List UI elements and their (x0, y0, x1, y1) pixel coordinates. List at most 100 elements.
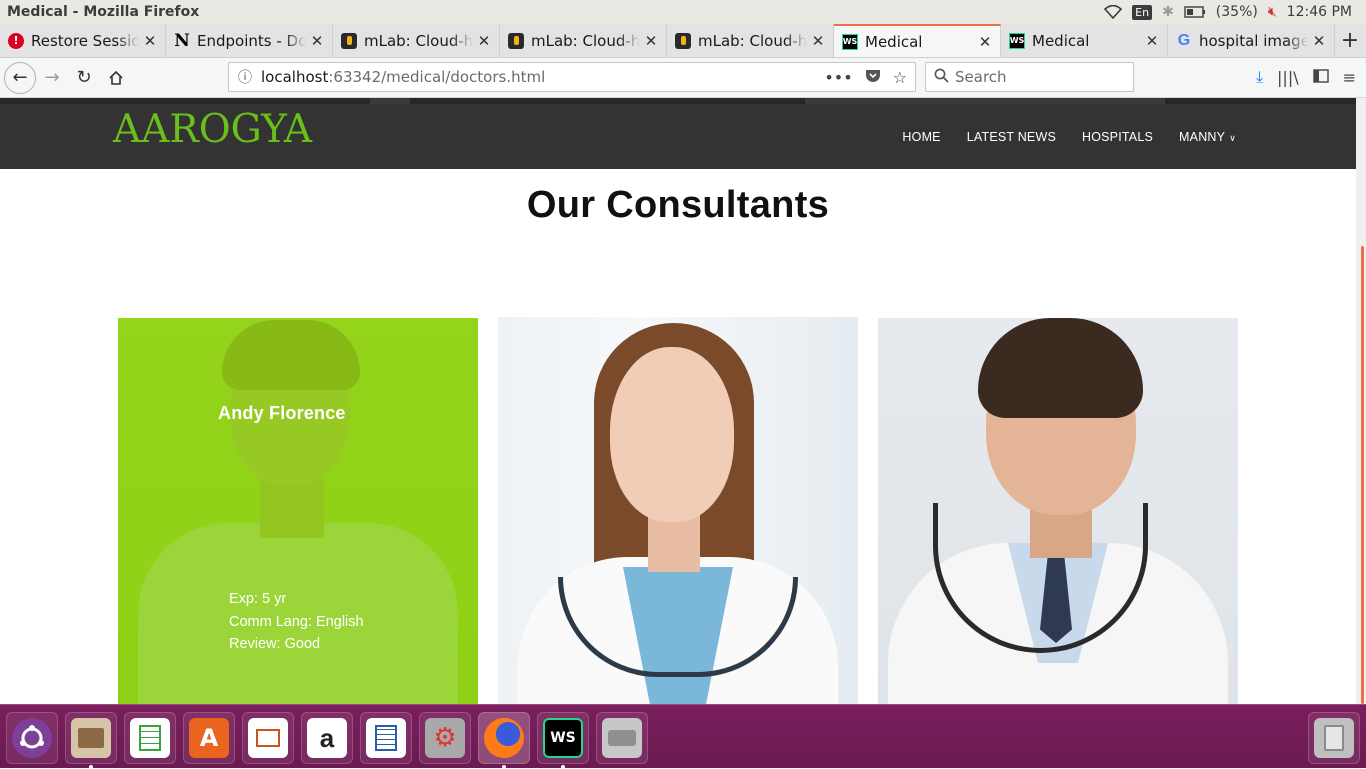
alert-icon: ! (8, 32, 24, 49)
close-icon[interactable]: ✕ (477, 32, 491, 50)
close-icon[interactable]: ✕ (811, 32, 825, 50)
doctor-photo (878, 318, 1238, 704)
trash-icon[interactable] (1308, 712, 1360, 764)
search-icon (934, 68, 949, 87)
firefox-icon[interactable] (478, 712, 530, 769)
forward-button[interactable]: → (36, 62, 68, 94)
tab-mlab-1[interactable]: mLab: Cloud-ho ✕ (333, 24, 500, 57)
reload-button[interactable]: ↻ (68, 62, 100, 94)
tab-strip: ! Restore Session ✕ N Endpoints - Doc ✕ … (0, 24, 1366, 58)
os-top-bar: Medical - Mozilla Firefox En ✱ (35%) 🔇︎ … (0, 0, 1366, 24)
battery-icon[interactable] (1184, 6, 1206, 18)
page-actions-icon[interactable]: ••• (824, 68, 852, 87)
scrollbar-thumb[interactable] (1361, 246, 1364, 704)
close-icon[interactable]: ✕ (1312, 32, 1326, 50)
nav-user-label: MANNY (1179, 129, 1226, 144)
sidebar-icon[interactable] (1312, 68, 1329, 87)
library-icon[interactable]: |||\ (1277, 68, 1299, 87)
writer-icon[interactable] (360, 712, 412, 764)
mlab-icon (341, 32, 357, 49)
software-center-icon[interactable]: A (183, 712, 235, 764)
info-icon[interactable]: ⓘ (229, 67, 261, 87)
tab-medical-active[interactable]: WS Medical ✕ (834, 24, 1001, 57)
search-bar[interactable] (925, 62, 1134, 92)
bluetooth-icon[interactable]: ✱ (1162, 4, 1174, 20)
settings-icon[interactable]: ⚙ (419, 712, 471, 764)
consultant-card[interactable]: Andy Florence Exp: 5 yr Comm Lang: Engli… (118, 318, 478, 704)
navigation-toolbar: ← → ↻ ⓘ localhost:63342/medical/doctors.… (0, 58, 1366, 98)
pocket-icon[interactable] (865, 68, 881, 87)
clock[interactable]: 12:46 PM (1287, 4, 1352, 20)
webstorm-icon: WS (1009, 32, 1025, 49)
tab-label: Endpoints - Doc (197, 31, 306, 50)
download-icon[interactable]: ⤓ (1256, 67, 1263, 87)
volume-muted-icon[interactable]: 🔇︎ (1268, 4, 1277, 20)
page-viewport: AAROGYA HOME LATEST NEWS HOSPITALS MANNY… (0, 98, 1356, 704)
tab-endpoints[interactable]: N Endpoints - Doc ✕ (166, 24, 333, 57)
amazon-icon[interactable]: a (301, 712, 353, 764)
menu-icon[interactable]: ≡ (1343, 68, 1356, 87)
back-arrow-icon: ← (12, 67, 28, 88)
battery-percent: (35%) (1215, 4, 1258, 20)
tab-restore-session[interactable]: ! Restore Session ✕ (0, 24, 166, 57)
close-icon[interactable]: ✕ (644, 32, 658, 50)
close-icon[interactable]: ✕ (143, 32, 157, 50)
tab-label: Medical (865, 32, 923, 51)
close-icon[interactable]: ✕ (978, 33, 992, 51)
tab-medical[interactable]: WS Medical ✕ (1001, 24, 1168, 57)
close-icon[interactable]: ✕ (310, 32, 324, 50)
reload-icon: ↻ (76, 67, 92, 88)
tab-hospital-image[interactable]: G hospital image ✕ (1168, 24, 1335, 57)
notion-icon: N (174, 30, 190, 51)
site-nav: HOME LATEST NEWS HOSPITALS MANNY ∨ (902, 104, 1236, 169)
wifi-icon[interactable] (1104, 5, 1123, 19)
doctor-photo (498, 317, 858, 704)
ubuntu-dock: A a ⚙ WS (0, 704, 1366, 769)
mlab-icon (675, 32, 691, 49)
tab-mlab-2[interactable]: mLab: Cloud-ho ✕ (500, 24, 667, 57)
webstorm-icon[interactable]: WS (537, 712, 589, 769)
mlab-icon (508, 32, 524, 49)
tab-label: mLab: Cloud-ho (364, 31, 473, 50)
doctor-experience: Exp: 5 yr (229, 591, 287, 607)
files-icon[interactable] (65, 712, 117, 769)
tab-label: mLab: Cloud-ho (698, 31, 807, 50)
nav-user-menu[interactable]: MANNY ∨ (1179, 130, 1236, 144)
bookmark-star-icon[interactable]: ☆ (893, 68, 907, 87)
presentation-icon[interactable] (242, 712, 294, 764)
section-title: Our Consultants (526, 184, 830, 226)
page-scrollbar[interactable] (1356, 98, 1366, 704)
tab-label: Restore Session (31, 31, 139, 50)
keyboard-layout-indicator[interactable]: En (1132, 4, 1153, 20)
tab-mlab-3[interactable]: mLab: Cloud-ho ✕ (667, 24, 834, 57)
url-bar[interactable]: ⓘ localhost:63342/medical/doctors.html •… (228, 62, 916, 92)
home-icon (109, 70, 123, 85)
nav-latest-news[interactable]: LATEST NEWS (967, 130, 1056, 144)
toolbar-right: ⤓ |||\ ≡ (1256, 62, 1366, 92)
url-actions: ••• ☆ (824, 68, 915, 87)
spreadsheet-icon[interactable] (124, 712, 176, 764)
url-host: localhost (261, 68, 329, 86)
back-button[interactable]: ← (4, 61, 36, 94)
nav-hospitals[interactable]: HOSPITALS (1082, 130, 1153, 144)
new-tab-button[interactable]: + (1335, 24, 1365, 57)
disk-icon[interactable] (596, 712, 648, 764)
ubuntu-icon[interactable] (6, 712, 58, 764)
site-logo[interactable]: AAROGYA (113, 107, 312, 152)
webstorm-icon: WS (842, 33, 858, 50)
doctor-review: Review: Good (229, 636, 321, 652)
close-icon[interactable]: ✕ (1145, 32, 1159, 50)
tab-label: hospital image (1199, 31, 1308, 50)
consultant-card[interactable] (878, 318, 1238, 704)
search-input[interactable] (955, 68, 1115, 86)
consultant-card[interactable] (498, 317, 858, 704)
window-title: Medical - Mozilla Firefox (7, 4, 200, 20)
doctor-language: Comm Lang: English (229, 613, 364, 630)
tab-label: Medical (1032, 31, 1090, 50)
doctor-name[interactable]: Andy Florence (218, 403, 346, 424)
home-button[interactable] (100, 62, 132, 94)
tab-label: mLab: Cloud-ho (531, 31, 640, 50)
nav-home[interactable]: HOME (902, 130, 940, 144)
doctor-details: Exp: 5 yr Comm Lang: English Review: Goo… (229, 588, 364, 656)
url-path: :63342/medical/doctors.html (328, 68, 546, 86)
